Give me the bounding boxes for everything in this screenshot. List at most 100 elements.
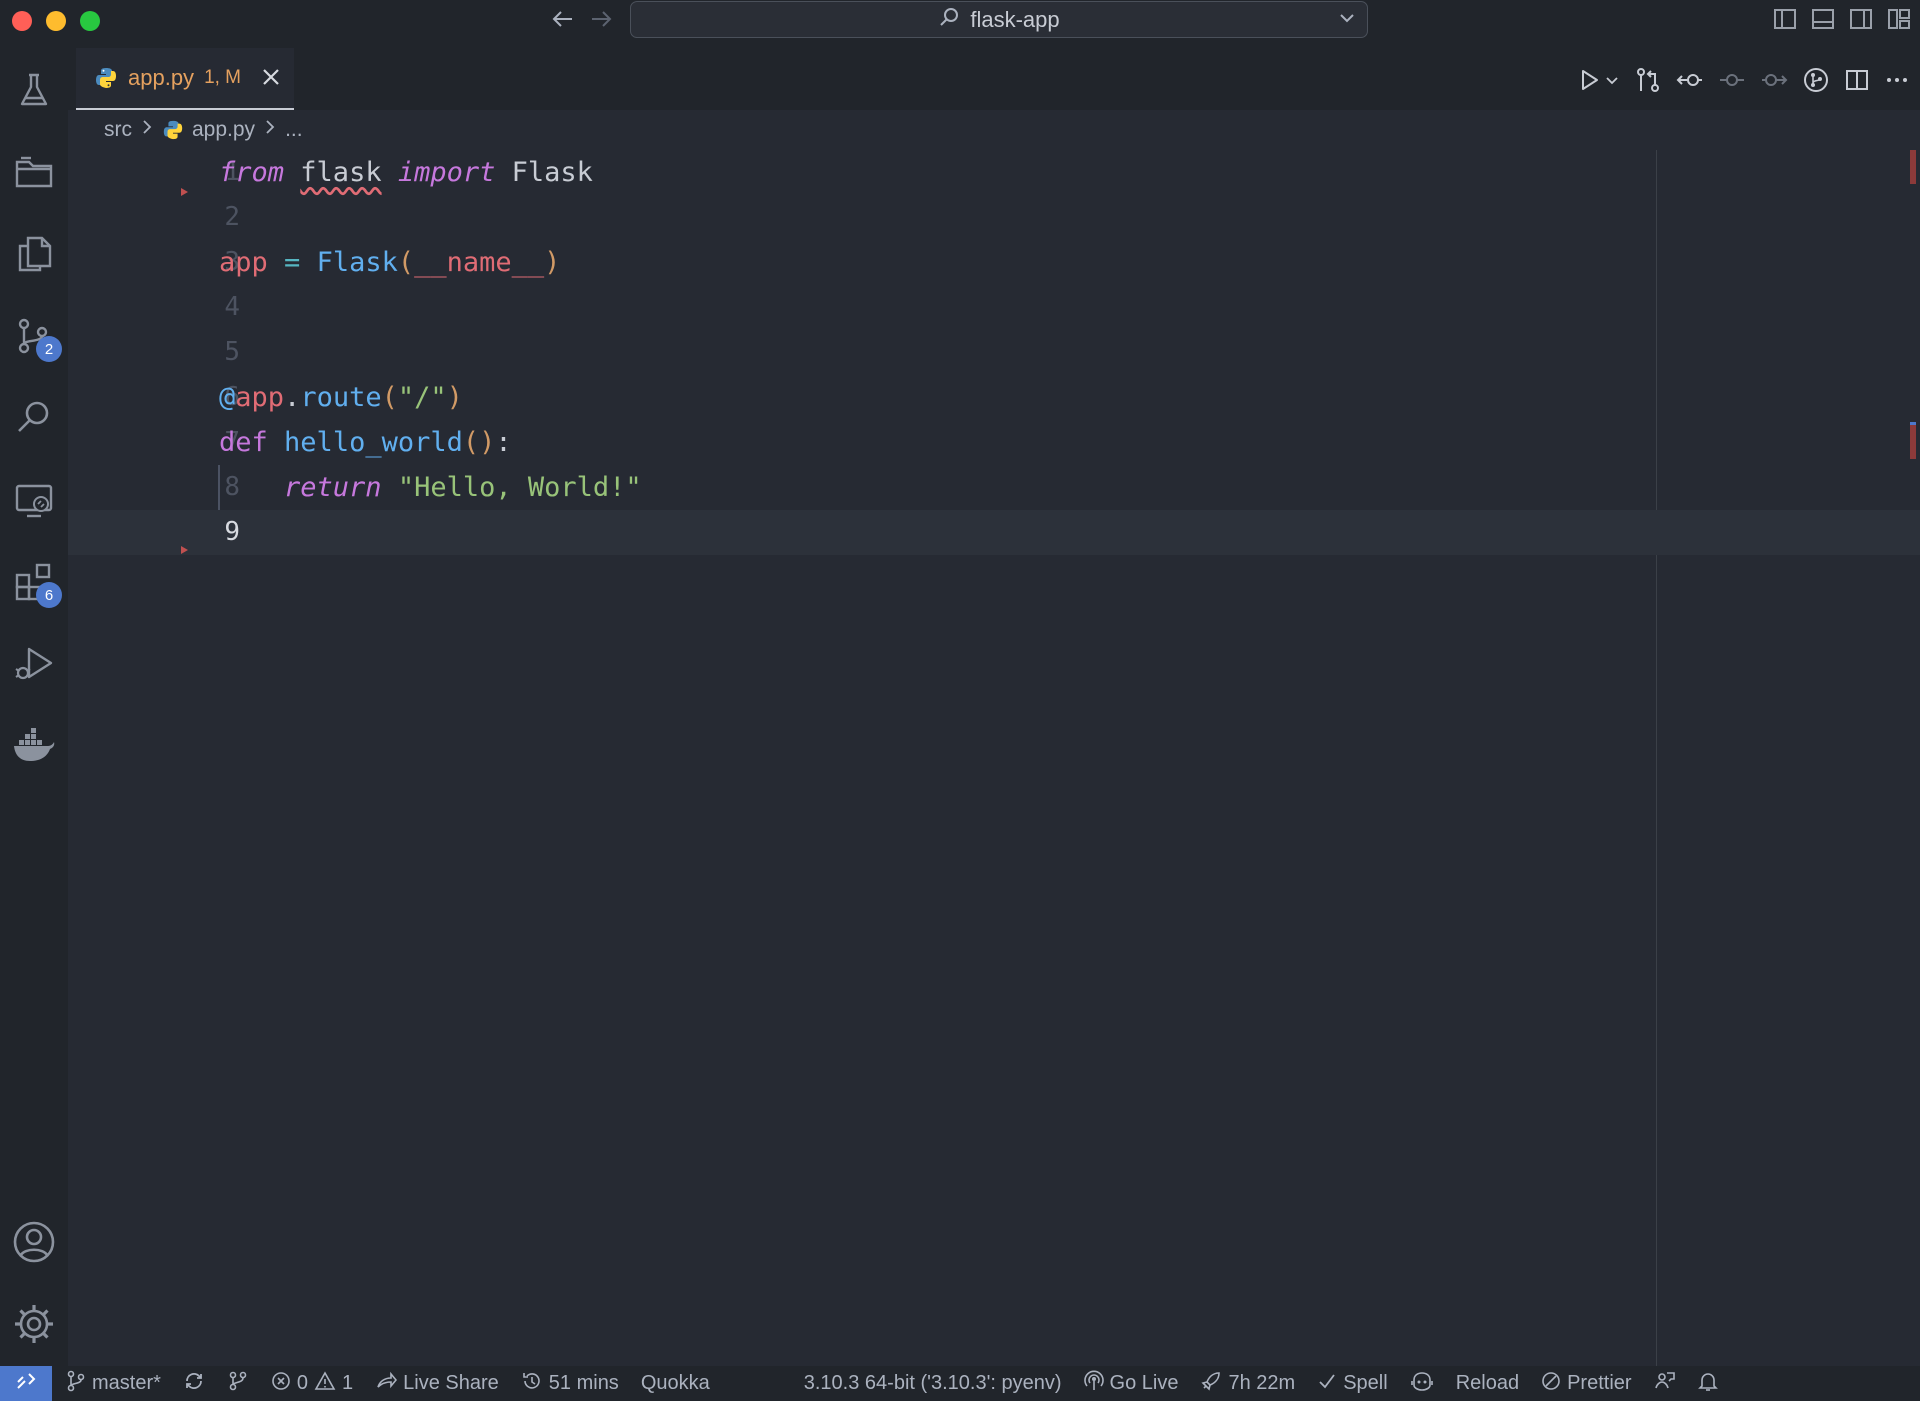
- editor-actions: [1576, 66, 1910, 99]
- command-center-text: flask-app: [970, 6, 1060, 32]
- customize-layout-icon[interactable]: [1886, 6, 1912, 37]
- history-icon: [521, 1370, 543, 1398]
- docker-icon[interactable]: [10, 722, 58, 770]
- code-text: from flask import Flask: [219, 157, 593, 188]
- testing-icon[interactable]: [10, 66, 58, 114]
- broadcast-icon: [1083, 1370, 1104, 1398]
- reload-status[interactable]: Reload: [1456, 1372, 1519, 1395]
- code-text: return "Hello, World!": [284, 472, 642, 503]
- timeline-back-icon[interactable]: [1676, 66, 1704, 99]
- python-file-icon: [94, 66, 118, 90]
- tab-app-py[interactable]: app.py 1, M: [76, 48, 294, 110]
- toggle-primary-sidebar-icon[interactable]: [1772, 6, 1798, 37]
- code-line-9-current: 9: [68, 510, 1920, 555]
- accounts-icon[interactable]: [10, 1218, 58, 1266]
- extensions-icon[interactable]: 6: [10, 558, 62, 608]
- feedback-icon: [1654, 1370, 1676, 1398]
- problems-status[interactable]: 0 1: [271, 1370, 354, 1397]
- go-live-status[interactable]: Go Live: [1083, 1370, 1179, 1398]
- chevron-down-icon[interactable]: [1337, 8, 1357, 34]
- minimize-window-button[interactable]: [46, 11, 66, 31]
- toggle-panel-icon[interactable]: [1810, 6, 1836, 37]
- files-explorer-icon[interactable]: [10, 230, 58, 278]
- run-options-chevron-down-icon[interactable]: [1604, 72, 1620, 93]
- gitlens-icon[interactable]: [1802, 66, 1830, 99]
- layout-controls: [1772, 6, 1912, 37]
- breadcrumb: src app.py ...: [104, 112, 303, 148]
- prettier-label: Prettier: [1567, 1372, 1632, 1394]
- time-tracker-status[interactable]: 51 mins: [521, 1370, 619, 1398]
- python-interpreter-status[interactable]: 3.10.3 64-bit ('3.10.3': pyenv): [804, 1372, 1062, 1395]
- git-branch-status[interactable]: master*: [66, 1370, 161, 1398]
- chevron-right-icon: [140, 118, 154, 142]
- sync-status[interactable]: [183, 1370, 205, 1398]
- spell-check-status[interactable]: Spell: [1317, 1371, 1388, 1397]
- remote-indicator[interactable]: [0, 1366, 52, 1401]
- code-line-6: 6 @app.route("/"): [68, 375, 1920, 420]
- back-arrow-icon[interactable]: [550, 6, 576, 39]
- code-line-7: 7 def hello_world():: [68, 420, 1920, 465]
- close-icon[interactable]: [260, 66, 282, 93]
- rocket-timer-status[interactable]: 7h 22m: [1200, 1370, 1295, 1398]
- warning-count: 1: [342, 1372, 354, 1394]
- go-live-label: Go Live: [1109, 1372, 1179, 1394]
- folder-explorer-icon[interactable]: [10, 148, 58, 196]
- run-python-file-icon[interactable]: [1576, 67, 1602, 98]
- error-count: 0: [296, 1372, 309, 1394]
- code-text: def hello_world():: [219, 427, 512, 458]
- reload-label: Reload: [1455, 1372, 1520, 1394]
- python-interpreter-label: 3.10.3 64-bit ('3.10.3': pyenv): [803, 1372, 1062, 1394]
- line-number: 5: [224, 337, 240, 367]
- tab-status-flags: 1, M: [204, 67, 242, 88]
- split-editor-icon[interactable]: [1844, 67, 1870, 98]
- line-number: 2: [224, 202, 240, 232]
- remote-icon: [15, 1370, 37, 1398]
- toggle-secondary-sidebar-icon[interactable]: [1848, 6, 1874, 37]
- commit-icon[interactable]: [1718, 66, 1746, 99]
- line-number: 4: [224, 292, 240, 322]
- editor-tab-bar: app.py 1, M: [68, 48, 1920, 110]
- code-editor[interactable]: 1 from flask import Flask 2 3 app = Flas…: [68, 150, 1920, 1366]
- live-share-status[interactable]: Live Share: [375, 1370, 499, 1398]
- notifications-status[interactable]: [1697, 1370, 1718, 1398]
- quokka-status[interactable]: Quokka: [641, 1372, 710, 1395]
- diff-deleted-marker[interactable]: [181, 546, 188, 554]
- timeline-forward-icon[interactable]: [1760, 66, 1788, 99]
- source-control-icon[interactable]: 2: [10, 312, 62, 362]
- open-changes-icon[interactable]: [1634, 66, 1662, 99]
- maximize-window-button[interactable]: [80, 11, 100, 31]
- prohibited-icon: [1541, 1371, 1561, 1397]
- close-window-button[interactable]: [12, 11, 32, 31]
- run-and-debug-icon[interactable]: [10, 640, 58, 688]
- feedback-status[interactable]: [1654, 1370, 1676, 1398]
- code-line-2: 2: [68, 195, 1920, 240]
- live-share-label: Live Share: [403, 1372, 499, 1394]
- copilot-status[interactable]: [1410, 1370, 1434, 1398]
- python-file-icon: [162, 119, 184, 141]
- code-text: @app.route("/"): [219, 382, 463, 413]
- breadcrumb-folder[interactable]: src: [104, 118, 132, 142]
- search-sidebar-icon[interactable]: [10, 394, 58, 442]
- check-icon: [1317, 1371, 1337, 1397]
- git-graph-icon: [227, 1370, 249, 1398]
- remote-explorer-icon[interactable]: [10, 476, 58, 524]
- git-branch-label: master*: [92, 1372, 161, 1394]
- more-actions-icon[interactable]: [1884, 67, 1910, 98]
- extensions-badge: 6: [36, 582, 62, 608]
- quokka-label: Quokka: [640, 1372, 710, 1394]
- code-line-3: 3 app = Flask(__name__): [68, 240, 1920, 285]
- warning-icon: [314, 1370, 336, 1397]
- settings-gear-icon[interactable]: [10, 1300, 58, 1348]
- forward-arrow-icon[interactable]: [588, 6, 614, 39]
- breadcrumb-symbol[interactable]: ...: [285, 118, 303, 142]
- chevron-right-icon: [263, 118, 277, 142]
- activity-bar: 2 6: [0, 48, 68, 1366]
- breadcrumb-file[interactable]: app.py: [192, 118, 255, 142]
- spell-check-label: Spell: [1343, 1372, 1388, 1394]
- command-center-search[interactable]: flask-app: [630, 1, 1368, 38]
- error-icon: [271, 1371, 291, 1397]
- prettier-status[interactable]: Prettier: [1541, 1371, 1632, 1397]
- git-graph-status[interactable]: [227, 1370, 249, 1398]
- code-line-5: 5: [68, 330, 1920, 375]
- copilot-icon: [1410, 1370, 1434, 1398]
